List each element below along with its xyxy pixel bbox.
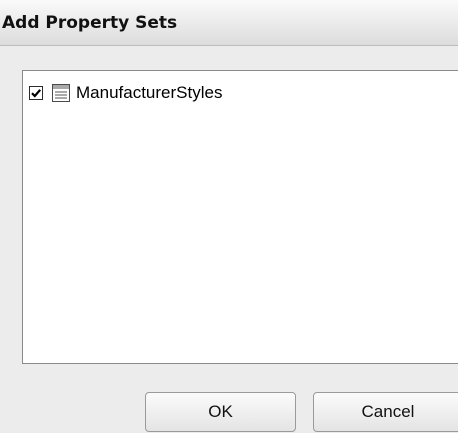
checkbox-checked-icon[interactable] (29, 86, 43, 100)
add-property-sets-dialog: Add Property Sets ManufacturerStyles OK (0, 0, 458, 433)
list-item-label: ManufacturerStyles (76, 83, 223, 102)
dialog-titlebar: Add Property Sets (0, 0, 458, 46)
list-item[interactable]: ManufacturerStyles (29, 82, 222, 104)
property-sets-list[interactable]: ManufacturerStyles (22, 70, 458, 364)
dialog-title: Add Property Sets (2, 13, 178, 33)
ok-button[interactable]: OK (145, 392, 296, 432)
cancel-button[interactable]: Cancel (313, 392, 458, 432)
document-list-icon (51, 83, 71, 103)
